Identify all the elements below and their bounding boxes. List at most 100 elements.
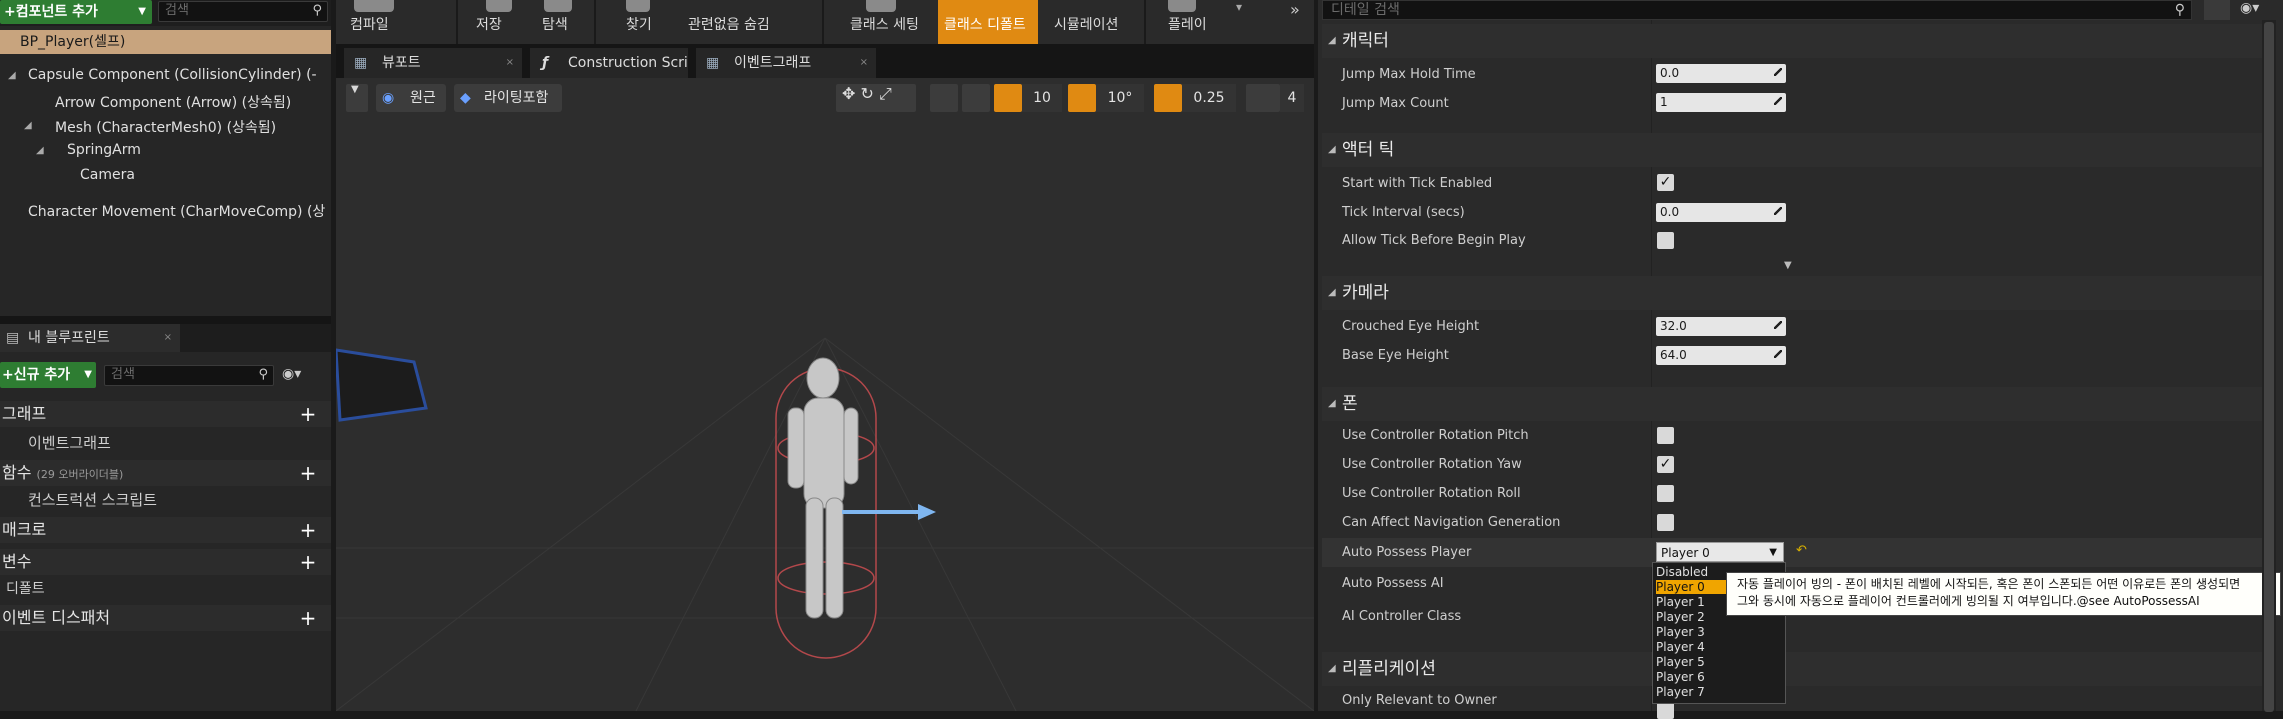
add-new-button[interactable]: +신규 추가 ▼ <box>0 362 96 388</box>
component-search-input[interactable]: 검색 ⚲ <box>158 1 328 22</box>
compile-icon <box>354 0 394 12</box>
class-settings-button[interactable]: 클래스 세팅 <box>850 14 919 34</box>
component-capsule[interactable]: Capsule Component (CollisionCylinder) (- <box>28 67 317 83</box>
section-macros[interactable]: 매크로 + <box>0 517 331 543</box>
add-graph-button[interactable]: + <box>299 404 317 424</box>
viewport-options-button[interactable]: ▼ <box>346 84 368 112</box>
details-search-input[interactable]: 디테일 검색 ⚲ <box>1322 0 2192 20</box>
eye-icon[interactable]: ◉▾ <box>282 366 301 382</box>
close-icon[interactable]: × <box>164 324 172 352</box>
dropdown-option[interactable]: Player 4 <box>1656 640 1746 654</box>
use-ctrl-roll-checkbox[interactable] <box>1657 485 1674 502</box>
character-mesh <box>787 357 859 619</box>
use-ctrl-pitch-checkbox[interactable] <box>1657 427 1674 444</box>
section-actor-tick[interactable]: ◢ 액터 틱 <box>1322 133 2262 167</box>
base-eye-height-field[interactable]: 64.0 <box>1656 346 1786 365</box>
list-item-event-graph[interactable]: 이벤트그래프 <box>0 430 331 456</box>
compile-button[interactable]: 컴파일 <box>350 14 389 34</box>
blueprint-search-input[interactable]: 검색 ⚲ <box>104 365 274 386</box>
section-graph[interactable]: 그래프 + <box>0 401 331 427</box>
scale-snap-value[interactable]: 0.25 <box>1182 84 1236 112</box>
world-local-icon[interactable] <box>962 84 990 112</box>
tooltip: 자동 플레이어 빙의 - 폰이 배치된 레벨에 시작되든, 혹은 폰이 스폰되든… <box>1726 572 2281 616</box>
allow-tick-before-checkbox[interactable] <box>1657 232 1674 249</box>
browse-button[interactable]: 탐색 <box>542 14 568 34</box>
section-camera[interactable]: ◢ 카메라 <box>1322 276 2262 310</box>
lighting-button[interactable]: ◆ 라이팅포함 <box>454 84 562 112</box>
rotation-snap-value[interactable]: 10° <box>1096 84 1144 112</box>
section-pawn[interactable]: ◢ 폰 <box>1322 387 2262 421</box>
scrollbar-thumb[interactable] <box>2264 22 2274 712</box>
find-button[interactable]: 찾기 <box>626 14 652 34</box>
add-macro-button[interactable]: + <box>299 520 317 540</box>
close-icon[interactable]: × <box>506 48 514 78</box>
jump-max-hold-time-field[interactable]: 0.0 <box>1656 64 1786 83</box>
add-function-button[interactable]: + <box>299 463 317 483</box>
component-springarm[interactable]: SpringArm <box>67 142 141 158</box>
camera-speed-icon[interactable] <box>1246 84 1280 112</box>
add-component-button[interactable]: +컴포넌트 추가 ▼ <box>0 0 152 24</box>
self-component-row[interactable]: BP_Player(셀프) <box>0 30 331 54</box>
rotation-snap-icon[interactable] <box>1068 84 1096 112</box>
auto-possess-player-combo[interactable]: Player 0 ▼ <box>1656 542 1784 562</box>
close-icon[interactable]: × <box>860 48 868 78</box>
panel-divider[interactable] <box>0 316 331 324</box>
tab-construction-script[interactable]: ƒConstruction Script <box>530 48 688 78</box>
component-mesh[interactable]: Mesh (CharacterMesh0) (상속됨) <box>55 117 276 137</box>
class-defaults-button[interactable]: 클래스 디폴트 <box>944 14 1026 34</box>
list-item-default[interactable]: 디폴트 <box>0 576 331 602</box>
surface-snap-icon[interactable] <box>930 84 958 112</box>
collapse-arrow-icon[interactable]: ◢ <box>24 120 32 131</box>
jump-max-count-field[interactable]: 1 <box>1656 93 1786 112</box>
collapse-arrow-icon[interactable]: ◢ <box>36 145 44 156</box>
transform-tools[interactable]: ✥ ↻ ⤢ <box>836 84 916 112</box>
dropdown-option[interactable]: Player 7 <box>1656 685 1746 699</box>
row-allow-tick-before: Allow Tick Before Begin Play <box>1342 233 1526 248</box>
graph-icon: ▦ <box>706 55 720 71</box>
tick-interval-field[interactable]: 0.0 <box>1656 203 1786 222</box>
section-functions[interactable]: 함수 (29 오버라이더블) + <box>0 460 331 486</box>
chevron-down-icon[interactable]: ▾ <box>1236 0 1242 14</box>
collapse-arrow-icon[interactable]: ◢ <box>8 70 16 81</box>
crouched-eye-height-field[interactable]: 32.0 <box>1656 317 1786 336</box>
add-dispatcher-button[interactable]: + <box>299 608 317 628</box>
reset-to-default-icon[interactable]: ↶ <box>1796 543 1807 558</box>
more-icon[interactable]: » <box>1290 0 1300 19</box>
section-event-dispatchers[interactable]: 이벤트 디스패처 + <box>0 605 331 631</box>
grid-snap-value[interactable]: 10 <box>1022 84 1062 112</box>
dropdown-option[interactable]: Player 6 <box>1656 670 1746 684</box>
can-affect-nav-checkbox[interactable] <box>1657 514 1674 531</box>
scale-snap-icon[interactable] <box>1154 84 1182 112</box>
camera-speed-value[interactable]: 4 <box>1280 84 1304 112</box>
grid-view-icon[interactable] <box>2204 0 2230 20</box>
section-variables[interactable]: 변수 + <box>0 549 331 575</box>
play-button[interactable]: 플레이 <box>1168 14 1207 34</box>
chevron-down-icon: ▼ <box>351 84 359 95</box>
viewport-3d[interactable] <box>336 78 1314 711</box>
perspective-button[interactable]: ◉ 원근 <box>376 84 446 112</box>
component-camera[interactable]: Camera <box>80 167 135 183</box>
grid-snap-icon[interactable] <box>994 84 1022 112</box>
details-scrollbar[interactable] <box>2262 20 2276 712</box>
dropdown-option[interactable]: Player 5 <box>1656 655 1746 669</box>
dropdown-option[interactable]: Player 3 <box>1656 625 1746 639</box>
list-item-construction-script[interactable]: 컨스트럭션 스크립트 <box>0 487 331 513</box>
tab-viewport[interactable]: ▦ 뷰포트 × <box>344 48 522 78</box>
hide-unrelated-button[interactable]: 관련없음 숨김 <box>688 14 770 34</box>
section-replication[interactable]: ◢ 리플리케이션 <box>1322 652 2262 686</box>
dropdown-option-selected[interactable]: Player 0 <box>1656 580 1728 594</box>
start-with-tick-checkbox[interactable]: ✓ <box>1657 174 1674 191</box>
use-ctrl-yaw-checkbox[interactable]: ✓ <box>1657 456 1674 473</box>
expand-advanced-icon[interactable]: ▼ <box>1784 260 1792 271</box>
tab-event-graph[interactable]: ▦ 이벤트그래프 × <box>696 48 876 78</box>
simulation-button[interactable]: 시뮬레이션 <box>1054 14 1118 34</box>
add-variable-button[interactable]: + <box>299 552 317 572</box>
save-button[interactable]: 저장 <box>476 14 502 34</box>
tab-my-blueprint[interactable]: ▤ 내 블루프린트 × <box>0 324 180 352</box>
component-arrow[interactable]: Arrow Component (Arrow) (상속됨) <box>55 92 291 112</box>
play-icon <box>1168 0 1196 12</box>
eye-icon[interactable]: ◉▾ <box>2240 0 2259 16</box>
component-character-movement[interactable]: Character Movement (CharMoveComp) (상 <box>28 201 325 221</box>
viewport-scene <box>336 337 1314 711</box>
section-character[interactable]: ◢ 캐릭터 <box>1322 24 2262 58</box>
